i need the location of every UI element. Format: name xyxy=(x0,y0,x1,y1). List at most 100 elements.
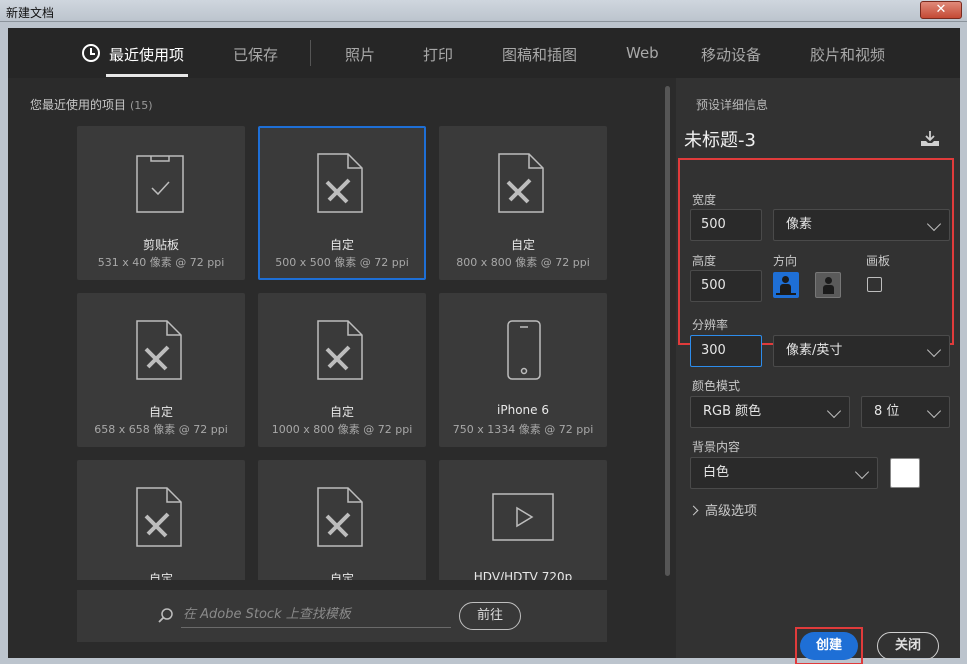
advanced-options-label: 高级选项 xyxy=(705,504,757,519)
bit-depth-select[interactable]: 8 位 xyxy=(861,396,950,428)
recent-panel: 您最近使用的项目 (15) 剪贴板 531 x 40 像素 @ 72 ppi 自定… xyxy=(8,78,675,658)
recent-item-name: HDV/HDTV 720p xyxy=(439,570,607,580)
stock-search-input[interactable]: 在 Adobe Stock 上查找模板 xyxy=(181,604,451,628)
recent-item-name: 剪贴板 xyxy=(77,236,245,253)
category-tabs: 最近使用项 已保存 照片 打印 图稿和插图 Web 移动设备 胶片和视频 xyxy=(8,28,960,78)
recent-item-name: 自定 xyxy=(260,236,424,253)
preset-section-title: 预设详细信息 xyxy=(696,96,768,113)
resolution-label: 分辨率 xyxy=(692,316,728,333)
phone-icon xyxy=(493,317,553,381)
chevron-down-icon xyxy=(927,217,941,231)
close-button[interactable]: 关闭 xyxy=(877,632,939,660)
orientation-label: 方向 xyxy=(773,252,797,269)
recent-item-name: 自定 xyxy=(77,403,245,420)
recent-count: (15) xyxy=(130,99,153,112)
recent-item-name: 自定 xyxy=(77,570,245,580)
artboard-label: 画板 xyxy=(866,252,890,269)
recent-item-name: 自定 xyxy=(258,570,426,580)
window-titlebar: 新建文档 ✕ xyxy=(0,0,967,22)
save-preset-icon[interactable] xyxy=(919,130,941,148)
width-unit-value: 像素 xyxy=(786,217,812,232)
recent-header: 您最近使用的项目 (15) xyxy=(30,96,153,113)
recent-item-meta: 500 x 500 像素 @ 72 ppi xyxy=(260,254,424,270)
tab-film-video[interactable]: 胶片和视频 xyxy=(810,44,885,65)
color-mode-value: RGB 颜色 xyxy=(703,404,761,419)
tab-photo[interactable]: 照片 xyxy=(345,44,375,65)
document-icon xyxy=(312,317,372,381)
clipboard-icon xyxy=(131,150,191,214)
stock-go-button[interactable]: 前往 xyxy=(459,602,521,630)
background-color-swatch[interactable] xyxy=(890,458,920,488)
video-icon xyxy=(491,484,555,548)
portrait-orientation-button[interactable] xyxy=(773,272,799,298)
recent-item-meta: 1000 x 800 像素 @ 72 ppi xyxy=(258,421,426,437)
tab-mobile[interactable]: 移动设备 xyxy=(701,44,761,65)
tab-art-illustration[interactable]: 图稿和插图 xyxy=(502,44,577,65)
recent-item-custom-b[interactable]: 自定 xyxy=(258,460,426,580)
recent-item-iphone6[interactable]: iPhone 6 750 x 1334 像素 @ 72 ppi xyxy=(439,293,607,447)
landscape-orientation-button[interactable] xyxy=(815,272,841,298)
bit-depth-value: 8 位 xyxy=(874,404,899,419)
create-button-highlight: 创建 xyxy=(795,627,863,664)
search-icon xyxy=(157,607,175,625)
clock-icon xyxy=(82,44,100,62)
recent-item-custom-500[interactable]: 自定 500 x 500 像素 @ 72 ppi xyxy=(258,126,426,280)
tab-web[interactable]: Web xyxy=(626,44,659,62)
tab-recent[interactable]: 最近使用项 xyxy=(109,44,184,65)
window-title: 新建文档 xyxy=(6,4,54,21)
window-close-button[interactable]: ✕ xyxy=(920,1,962,19)
chevron-down-icon xyxy=(927,343,941,357)
recent-item-hdtv[interactable]: HDV/HDTV 720p xyxy=(439,460,607,580)
recent-item-custom-a[interactable]: 自定 xyxy=(77,460,245,580)
document-icon xyxy=(493,150,553,214)
new-document-dialog: 最近使用项 已保存 照片 打印 图稿和插图 Web 移动设备 胶片和视频 您最近… xyxy=(8,28,960,658)
recent-header-label: 您最近使用的项目 xyxy=(30,98,126,112)
document-icon xyxy=(312,484,372,548)
height-input[interactable]: 500 xyxy=(690,270,762,302)
recent-item-name: 自定 xyxy=(258,403,426,420)
height-label: 高度 xyxy=(692,252,716,269)
resolution-input[interactable]: 300 xyxy=(690,335,762,367)
width-label: 宽度 xyxy=(692,191,716,208)
recent-item-name: iPhone 6 xyxy=(439,403,607,417)
color-mode-label: 颜色模式 xyxy=(692,377,740,394)
preset-details-panel: 预设详细信息 未标题-3 宽度 500 像素 高度 500 方向 画板 分辨率 … xyxy=(676,78,960,658)
tab-saved[interactable]: 已保存 xyxy=(233,44,278,65)
advanced-options-toggle[interactable]: 高级选项 xyxy=(690,500,757,519)
portrait-person-icon xyxy=(782,276,789,283)
resolution-unit-select[interactable]: 像素/英寸 xyxy=(773,335,950,367)
chevron-down-icon xyxy=(927,404,941,418)
tab-separator xyxy=(310,40,311,66)
recent-item-meta: 531 x 40 像素 @ 72 ppi xyxy=(77,254,245,270)
recent-item-meta: 750 x 1334 像素 @ 72 ppi xyxy=(439,421,607,437)
tab-print[interactable]: 打印 xyxy=(423,44,453,65)
background-value: 白色 xyxy=(703,465,729,480)
document-icon xyxy=(131,484,191,548)
recent-item-name: 自定 xyxy=(439,236,607,253)
width-unit-select[interactable]: 像素 xyxy=(773,209,950,241)
resolution-unit-value: 像素/英寸 xyxy=(786,343,842,358)
recent-item-custom-800[interactable]: 自定 800 x 800 像素 @ 72 ppi xyxy=(439,126,607,280)
background-label: 背景内容 xyxy=(692,438,740,455)
recent-item-custom-1000[interactable]: 自定 1000 x 800 像素 @ 72 ppi xyxy=(258,293,426,447)
recent-item-meta: 800 x 800 像素 @ 72 ppi xyxy=(439,254,607,270)
recent-row-3: 自定 自定 HDV/HDTV 720p xyxy=(8,460,665,580)
chevron-right-icon xyxy=(689,506,699,516)
document-icon xyxy=(131,317,191,381)
active-tab-indicator xyxy=(106,74,188,77)
recent-item-custom-658[interactable]: 自定 658 x 658 像素 @ 72 ppi xyxy=(77,293,245,447)
stock-search-bar: 在 Adobe Stock 上查找模板 前往 xyxy=(77,590,607,642)
background-select[interactable]: 白色 xyxy=(690,457,878,489)
document-name-field[interactable]: 未标题-3 xyxy=(684,126,756,152)
chevron-down-icon xyxy=(855,465,869,479)
width-input[interactable]: 500 xyxy=(690,209,762,241)
chevron-down-icon xyxy=(827,404,841,418)
artboard-checkbox[interactable] xyxy=(867,277,882,292)
create-button[interactable]: 创建 xyxy=(800,632,858,660)
recent-scrollbar[interactable] xyxy=(665,86,670,576)
document-icon xyxy=(312,150,372,214)
landscape-person-icon xyxy=(825,277,832,284)
recent-item-meta: 658 x 658 像素 @ 72 ppi xyxy=(77,421,245,437)
color-mode-select[interactable]: RGB 颜色 xyxy=(690,396,850,428)
recent-item-clipboard[interactable]: 剪贴板 531 x 40 像素 @ 72 ppi xyxy=(77,126,245,280)
